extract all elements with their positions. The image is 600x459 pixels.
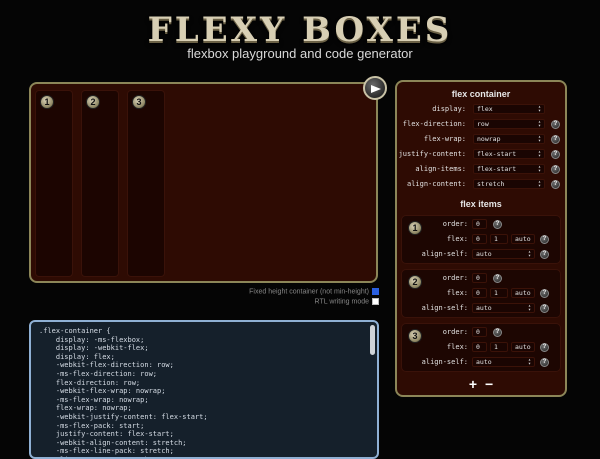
- order-input[interactable]: 0: [472, 273, 487, 283]
- order-row: order: 0 ?: [402, 327, 560, 339]
- help-icon[interactable]: ?: [551, 135, 560, 144]
- items-section-title: flex items: [460, 199, 502, 209]
- align-self-select[interactable]: auto: [472, 249, 535, 259]
- rtl-option: RTL writing mode: [315, 298, 379, 305]
- order-label: order:: [442, 220, 468, 228]
- align-self-label: align-self:: [421, 358, 468, 366]
- align-content-select[interactable]: stretch: [473, 179, 545, 189]
- container-prop-row: flex-wrap: nowrap ?: [397, 134, 565, 146]
- flex-direction-select[interactable]: row: [473, 119, 545, 129]
- flex-grow-input[interactable]: 0: [472, 234, 487, 244]
- help-icon[interactable]: ?: [551, 120, 560, 129]
- flex-item[interactable]: 1: [35, 90, 73, 277]
- order-label: order:: [442, 328, 468, 336]
- css-code-text[interactable]: .flex-container { display: -ms-flexbox; …: [31, 322, 377, 457]
- align-self-select[interactable]: auto: [472, 303, 535, 313]
- help-icon[interactable]: ?: [493, 220, 502, 229]
- align-self-label: align-self:: [421, 250, 468, 258]
- flex-grow-input[interactable]: 0: [472, 342, 487, 352]
- help-icon[interactable]: ?: [551, 150, 560, 159]
- prop-label: display:: [432, 105, 466, 113]
- display-select[interactable]: flex: [473, 104, 545, 114]
- flex-shrink-input[interactable]: 1: [490, 234, 508, 244]
- justify-content-select[interactable]: flex-start: [473, 149, 545, 159]
- item-number-badge: 1: [40, 95, 54, 109]
- flex-basis-input[interactable]: auto: [511, 288, 535, 298]
- container-section-title: flex container: [451, 89, 511, 99]
- settings-panel: flex container display: flex flex-direct…: [395, 80, 567, 397]
- flex-shrink-input[interactable]: 1: [490, 288, 508, 298]
- remove-item-button[interactable]: −: [485, 376, 493, 392]
- fixed-height-option: Fixed height container (not min-height): [249, 288, 379, 295]
- help-icon[interactable]: ?: [493, 328, 502, 337]
- flex-item-settings: 2 order: 0 ? flex: 0 1 auto ? align-self…: [401, 269, 561, 318]
- order-label: order:: [442, 274, 468, 282]
- flex-row: flex: 0 1 auto ?: [402, 288, 560, 300]
- flex-grow-input[interactable]: 0: [472, 288, 487, 298]
- add-remove-controls: + −: [397, 376, 565, 392]
- prop-label: flex-wrap:: [423, 135, 466, 143]
- help-icon[interactable]: ?: [540, 304, 549, 313]
- tagline: flexbox playground and code generator: [187, 46, 413, 61]
- order-input[interactable]: 0: [472, 327, 487, 337]
- order-row: order: 0 ?: [402, 219, 560, 231]
- flex-label: flex:: [446, 343, 468, 351]
- align-self-row: align-self: auto ?: [402, 303, 560, 315]
- flex-playground: 1 2 3: [29, 82, 378, 283]
- prop-label: flex-direction:: [402, 120, 466, 128]
- flex-label: flex:: [446, 289, 468, 297]
- help-icon[interactable]: ?: [540, 343, 549, 352]
- flex-item[interactable]: 3: [127, 90, 165, 277]
- align-self-row: align-self: auto ?: [402, 357, 560, 369]
- rtl-label: RTL writing mode: [314, 298, 369, 306]
- container-prop-row: flex-direction: row ?: [397, 119, 565, 131]
- help-icon[interactable]: ?: [551, 165, 560, 174]
- add-item-button[interactable]: +: [469, 376, 477, 392]
- flex-label: flex:: [446, 235, 468, 243]
- align-self-select[interactable]: auto: [472, 357, 535, 367]
- prop-label: align-content:: [406, 180, 466, 188]
- help-icon[interactable]: ?: [540, 250, 549, 259]
- fixed-height-checkbox[interactable]: [372, 288, 379, 295]
- code-scrollbar[interactable]: [370, 325, 375, 355]
- flex-row: flex: 0 1 auto ?: [402, 234, 560, 246]
- order-input[interactable]: 0: [472, 219, 487, 229]
- flex-item-settings: 3 order: 0 ? flex: 0 1 auto ? align-self…: [401, 323, 561, 372]
- container-prop-row: align-items: flex-start ?: [397, 164, 565, 176]
- container-prop-row: justify-content: flex-start ?: [397, 149, 565, 161]
- toggle-panel-arrow-icon[interactable]: [363, 76, 387, 100]
- flex-item-settings: 1 order: 0 ? flex: 0 1 auto ? align-self…: [401, 215, 561, 264]
- align-self-row: align-self: auto ?: [402, 249, 560, 261]
- order-row: order: 0 ?: [402, 273, 560, 285]
- flex-basis-input[interactable]: auto: [511, 342, 535, 352]
- logo: FLEXY BOXES: [147, 10, 453, 50]
- help-icon[interactable]: ?: [540, 358, 549, 367]
- item-number-badge: 2: [86, 95, 100, 109]
- prop-label: align-items:: [415, 165, 466, 173]
- help-icon[interactable]: ?: [540, 235, 549, 244]
- fixed-height-label: Fixed height container (not min-height): [249, 288, 369, 296]
- container-prop-row: display: flex: [397, 104, 565, 116]
- flex-wrap-select[interactable]: nowrap: [473, 134, 545, 144]
- rtl-checkbox[interactable]: [372, 298, 379, 305]
- flex-item[interactable]: 2: [81, 90, 119, 277]
- align-self-label: align-self:: [421, 304, 468, 312]
- prop-label: justify-content:: [398, 150, 466, 158]
- css-code-output[interactable]: .flex-container { display: -ms-flexbox; …: [29, 320, 379, 459]
- container-prop-row: align-content: stretch ?: [397, 179, 565, 191]
- item-number-badge: 3: [132, 95, 146, 109]
- flex-basis-input[interactable]: auto: [511, 234, 535, 244]
- align-items-select[interactable]: flex-start: [473, 164, 545, 174]
- help-icon[interactable]: ?: [493, 274, 502, 283]
- flex-row: flex: 0 1 auto ?: [402, 342, 560, 354]
- help-icon[interactable]: ?: [551, 180, 560, 189]
- flex-shrink-input[interactable]: 1: [490, 342, 508, 352]
- help-icon[interactable]: ?: [540, 289, 549, 298]
